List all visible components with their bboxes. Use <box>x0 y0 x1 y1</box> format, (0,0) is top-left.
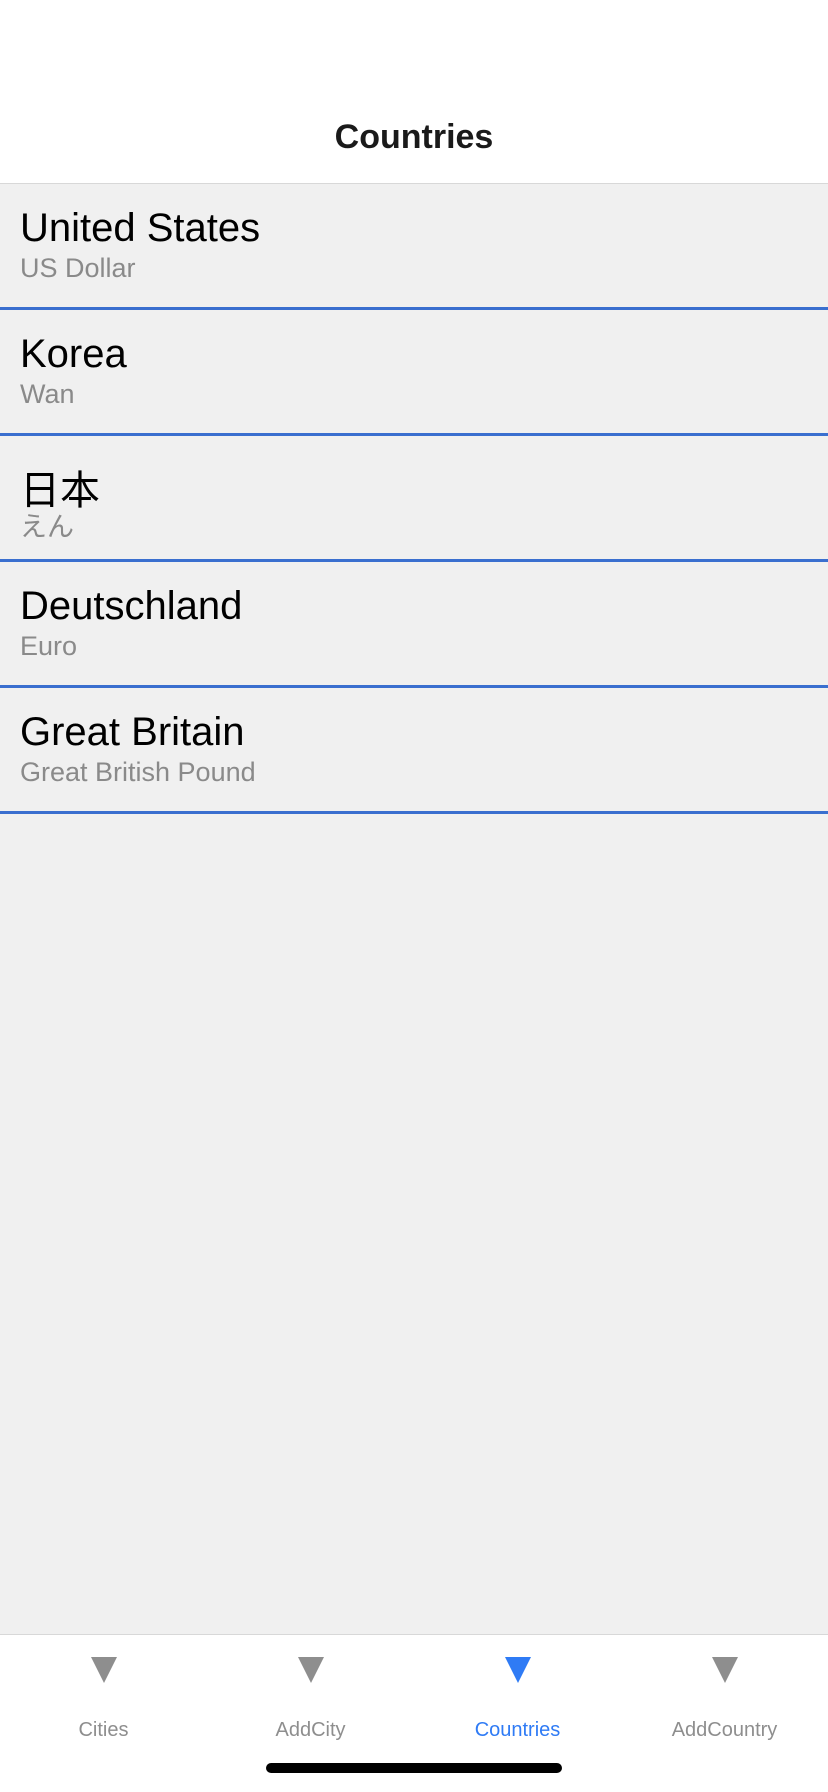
list-item[interactable]: Great Britain Great British Pound <box>0 688 828 814</box>
tab-label: Cities <box>78 1719 129 1741</box>
page-title: Countries <box>334 118 494 156</box>
tab-addcity[interactable]: AddCity <box>207 1635 414 1745</box>
tab-label: Countries <box>474 1719 561 1741</box>
currency-name: Great British Pound <box>20 757 256 787</box>
currency-name: US Dollar <box>20 253 136 283</box>
list-item[interactable]: Korea Wan <box>0 310 828 436</box>
country-name: United States <box>20 206 261 250</box>
triangle-down-icon <box>90 1657 117 1683</box>
currency-name: えん <box>20 512 74 542</box>
triangle-down-icon <box>711 1657 738 1683</box>
navigation-bar: Countries <box>0 0 828 184</box>
list-item[interactable]: United States US Dollar <box>0 184 828 310</box>
tab-label: AddCity <box>275 1719 346 1741</box>
list-item[interactable]: Deutschland Euro <box>0 562 828 688</box>
currency-name: Euro <box>20 631 78 661</box>
tab-addcountry[interactable]: AddCountry <box>621 1635 828 1745</box>
country-name: Korea <box>20 332 127 376</box>
list-item[interactable]: 日本 えん <box>0 436 828 562</box>
tab-countries[interactable]: Countries <box>414 1635 621 1745</box>
currency-name: Wan <box>20 379 75 409</box>
country-name: Deutschland <box>20 584 243 628</box>
triangle-down-icon <box>297 1657 324 1683</box>
tab-cities[interactable]: Cities <box>0 1635 207 1745</box>
home-indicator[interactable] <box>266 1763 562 1773</box>
tab-label: AddCountry <box>671 1719 778 1741</box>
country-list: United States US Dollar Korea Wan 日本 えん … <box>0 184 828 814</box>
country-name: Great Britain <box>20 710 245 754</box>
triangle-down-icon <box>504 1657 531 1683</box>
